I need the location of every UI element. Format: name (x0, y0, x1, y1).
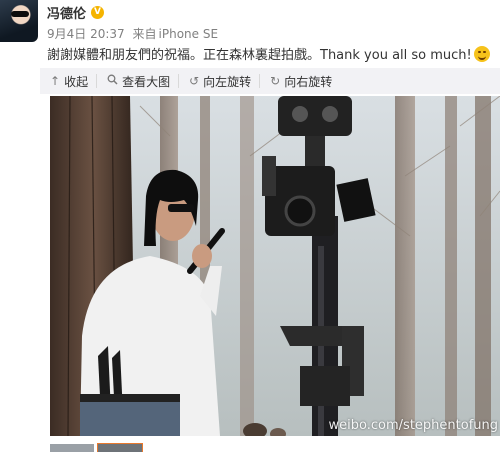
view-large-label: 查看大图 (122, 74, 171, 89)
photo-scene (50, 96, 500, 436)
thumbnail-strip (50, 443, 250, 452)
post-text-content: 謝謝媒體和朋友們的祝福。正在森林裏趕拍戲。Thank you all so mu… (47, 48, 472, 63)
vip-crown-icon[interactable]: V (91, 6, 105, 19)
photo-watermark: weibo.com/stephentofung (328, 418, 498, 433)
search-icon (107, 74, 118, 88)
view-large-button[interactable]: 查看大图 (97, 74, 180, 89)
post-meta: 9月4日 20:37 来自 iPhone SE (47, 25, 218, 42)
avatar[interactable] (0, 0, 38, 42)
rotate-left-label: 向左旋转 (203, 74, 252, 89)
post-photo[interactable]: weibo.com/stephentofung (50, 96, 500, 436)
source-prefix: 来自 (132, 27, 157, 41)
thumbnail-2[interactable] (97, 443, 143, 452)
collapse-arrow-icon: ↑ (50, 74, 61, 88)
collapse-button[interactable]: ↑ 收起 (40, 74, 98, 89)
post-text: 謝謝媒體和朋友們的祝福。正在森林裏趕拍戲。Thank you all so mu… (47, 44, 490, 63)
post-date[interactable]: 9月4日 20:37 (47, 27, 125, 41)
thumbnail-1[interactable] (50, 444, 94, 452)
sunglasses (11, 11, 29, 17)
image-toolbar: ↑ 收起 查看大图 ↺ 向左旋转 ↻ 向右旋转 (40, 68, 500, 94)
rotate-left-button[interactable]: ↺ 向左旋转 (179, 74, 261, 89)
collapse-label: 收起 (64, 74, 89, 89)
post-source[interactable]: iPhone SE (159, 27, 219, 41)
rotate-right-label: 向右旋转 (284, 74, 333, 89)
smile-emoji-icon (473, 45, 490, 62)
post-username[interactable]: 冯德伦 V (47, 3, 105, 22)
rotate-right-icon: ↻ (270, 74, 281, 88)
rotate-right-button[interactable]: ↻ 向右旋转 (260, 74, 340, 89)
rotate-left-icon: ↺ (189, 74, 200, 88)
username-text: 冯德伦 (47, 7, 87, 22)
